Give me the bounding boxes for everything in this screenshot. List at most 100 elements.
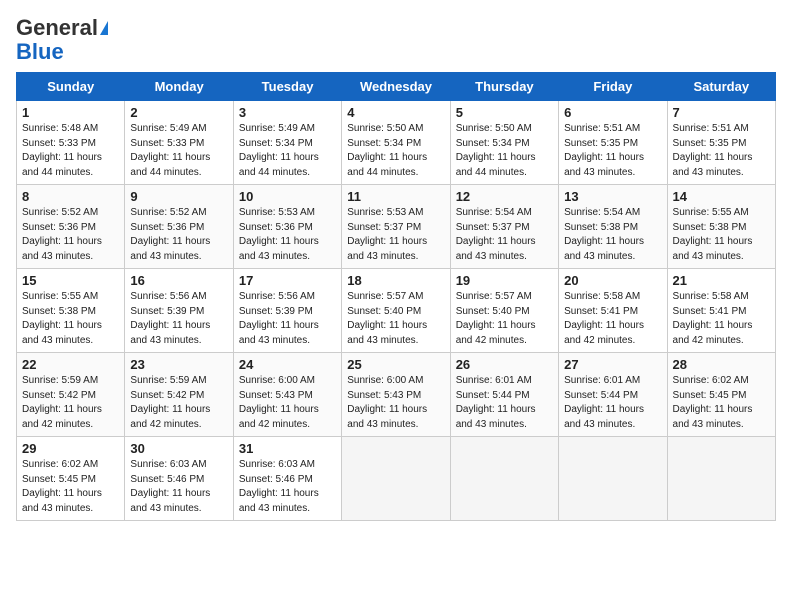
calendar-cell: 10 Sunrise: 5:53 AMSunset: 5:36 PMDaylig… xyxy=(233,185,341,269)
calendar-cell: 2 Sunrise: 5:49 AMSunset: 5:33 PMDayligh… xyxy=(125,101,233,185)
calendar-week-row: 22 Sunrise: 5:59 AMSunset: 5:42 PMDaylig… xyxy=(17,353,776,437)
day-info: Sunrise: 5:53 AMSunset: 5:36 PMDaylight:… xyxy=(239,206,336,264)
day-number: 26 xyxy=(456,357,553,372)
calendar-cell: 3 Sunrise: 5:49 AMSunset: 5:34 PMDayligh… xyxy=(233,101,341,185)
day-info: Sunrise: 5:49 AMSunset: 5:33 PMDaylight:… xyxy=(130,122,227,180)
day-number: 9 xyxy=(130,189,227,204)
logo-triangle-icon xyxy=(100,21,108,35)
calendar-table: SundayMondayTuesdayWednesdayThursdayFrid… xyxy=(16,72,776,521)
calendar-cell: 30 Sunrise: 6:03 AMSunset: 5:46 PMDaylig… xyxy=(125,437,233,521)
day-number: 22 xyxy=(22,357,119,372)
calendar-cell: 8 Sunrise: 5:52 AMSunset: 5:36 PMDayligh… xyxy=(17,185,125,269)
day-info: Sunrise: 5:59 AMSunset: 5:42 PMDaylight:… xyxy=(22,374,119,432)
day-number: 14 xyxy=(673,189,770,204)
day-info: Sunrise: 5:57 AMSunset: 5:40 PMDaylight:… xyxy=(456,290,553,348)
day-info: Sunrise: 5:52 AMSunset: 5:36 PMDaylight:… xyxy=(130,206,227,264)
calendar-cell: 11 Sunrise: 5:53 AMSunset: 5:37 PMDaylig… xyxy=(342,185,450,269)
day-number: 8 xyxy=(22,189,119,204)
calendar-cell: 25 Sunrise: 6:00 AMSunset: 5:43 PMDaylig… xyxy=(342,353,450,437)
calendar-cell: 31 Sunrise: 6:03 AMSunset: 5:46 PMDaylig… xyxy=(233,437,341,521)
day-number: 23 xyxy=(130,357,227,372)
day-number: 21 xyxy=(673,273,770,288)
day-number: 2 xyxy=(130,105,227,120)
day-number: 3 xyxy=(239,105,336,120)
calendar-cell: 12 Sunrise: 5:54 AMSunset: 5:37 PMDaylig… xyxy=(450,185,558,269)
day-number: 10 xyxy=(239,189,336,204)
day-info: Sunrise: 5:48 AMSunset: 5:33 PMDaylight:… xyxy=(22,122,119,180)
day-info: Sunrise: 6:01 AMSunset: 5:44 PMDaylight:… xyxy=(564,374,661,432)
logo-blue: Blue xyxy=(16,40,64,64)
col-header-saturday: Saturday xyxy=(667,73,775,101)
day-info: Sunrise: 6:01 AMSunset: 5:44 PMDaylight:… xyxy=(456,374,553,432)
day-info: Sunrise: 6:02 AMSunset: 5:45 PMDaylight:… xyxy=(673,374,770,432)
calendar-cell: 21 Sunrise: 5:58 AMSunset: 5:41 PMDaylig… xyxy=(667,269,775,353)
day-number: 31 xyxy=(239,441,336,456)
calendar-cell: 18 Sunrise: 5:57 AMSunset: 5:40 PMDaylig… xyxy=(342,269,450,353)
col-header-monday: Monday xyxy=(125,73,233,101)
day-info: Sunrise: 6:00 AMSunset: 5:43 PMDaylight:… xyxy=(239,374,336,432)
day-info: Sunrise: 6:03 AMSunset: 5:46 PMDaylight:… xyxy=(130,458,227,516)
day-info: Sunrise: 5:54 AMSunset: 5:38 PMDaylight:… xyxy=(564,206,661,264)
calendar-cell: 7 Sunrise: 5:51 AMSunset: 5:35 PMDayligh… xyxy=(667,101,775,185)
calendar-cell: 17 Sunrise: 5:56 AMSunset: 5:39 PMDaylig… xyxy=(233,269,341,353)
logo-general: General xyxy=(16,16,98,40)
day-number: 1 xyxy=(22,105,119,120)
day-info: Sunrise: 5:57 AMSunset: 5:40 PMDaylight:… xyxy=(347,290,444,348)
calendar-cell xyxy=(342,437,450,521)
day-number: 18 xyxy=(347,273,444,288)
day-info: Sunrise: 5:54 AMSunset: 5:37 PMDaylight:… xyxy=(456,206,553,264)
calendar-cell: 24 Sunrise: 6:00 AMSunset: 5:43 PMDaylig… xyxy=(233,353,341,437)
col-header-thursday: Thursday xyxy=(450,73,558,101)
day-number: 15 xyxy=(22,273,119,288)
calendar-cell: 13 Sunrise: 5:54 AMSunset: 5:38 PMDaylig… xyxy=(559,185,667,269)
day-number: 20 xyxy=(564,273,661,288)
day-number: 30 xyxy=(130,441,227,456)
calendar-week-row: 1 Sunrise: 5:48 AMSunset: 5:33 PMDayligh… xyxy=(17,101,776,185)
day-number: 24 xyxy=(239,357,336,372)
calendar-cell: 28 Sunrise: 6:02 AMSunset: 5:45 PMDaylig… xyxy=(667,353,775,437)
calendar-cell xyxy=(450,437,558,521)
calendar-cell xyxy=(667,437,775,521)
calendar-cell: 6 Sunrise: 5:51 AMSunset: 5:35 PMDayligh… xyxy=(559,101,667,185)
calendar-cell: 22 Sunrise: 5:59 AMSunset: 5:42 PMDaylig… xyxy=(17,353,125,437)
calendar-cell: 15 Sunrise: 5:55 AMSunset: 5:38 PMDaylig… xyxy=(17,269,125,353)
day-info: Sunrise: 5:51 AMSunset: 5:35 PMDaylight:… xyxy=(673,122,770,180)
calendar-cell xyxy=(559,437,667,521)
day-number: 19 xyxy=(456,273,553,288)
day-info: Sunrise: 5:50 AMSunset: 5:34 PMDaylight:… xyxy=(456,122,553,180)
day-number: 25 xyxy=(347,357,444,372)
page-header: General Blue xyxy=(16,16,776,64)
col-header-tuesday: Tuesday xyxy=(233,73,341,101)
day-info: Sunrise: 6:02 AMSunset: 5:45 PMDaylight:… xyxy=(22,458,119,516)
day-number: 13 xyxy=(564,189,661,204)
calendar-cell: 19 Sunrise: 5:57 AMSunset: 5:40 PMDaylig… xyxy=(450,269,558,353)
calendar-cell: 27 Sunrise: 6:01 AMSunset: 5:44 PMDaylig… xyxy=(559,353,667,437)
calendar-cell: 9 Sunrise: 5:52 AMSunset: 5:36 PMDayligh… xyxy=(125,185,233,269)
day-info: Sunrise: 5:56 AMSunset: 5:39 PMDaylight:… xyxy=(130,290,227,348)
day-info: Sunrise: 5:55 AMSunset: 5:38 PMDaylight:… xyxy=(673,206,770,264)
day-info: Sunrise: 5:51 AMSunset: 5:35 PMDaylight:… xyxy=(564,122,661,180)
day-number: 4 xyxy=(347,105,444,120)
day-info: Sunrise: 5:49 AMSunset: 5:34 PMDaylight:… xyxy=(239,122,336,180)
day-number: 17 xyxy=(239,273,336,288)
col-header-wednesday: Wednesday xyxy=(342,73,450,101)
day-info: Sunrise: 5:56 AMSunset: 5:39 PMDaylight:… xyxy=(239,290,336,348)
day-number: 29 xyxy=(22,441,119,456)
day-number: 6 xyxy=(564,105,661,120)
calendar-cell: 20 Sunrise: 5:58 AMSunset: 5:41 PMDaylig… xyxy=(559,269,667,353)
day-info: Sunrise: 5:52 AMSunset: 5:36 PMDaylight:… xyxy=(22,206,119,264)
calendar-cell: 14 Sunrise: 5:55 AMSunset: 5:38 PMDaylig… xyxy=(667,185,775,269)
calendar-week-row: 29 Sunrise: 6:02 AMSunset: 5:45 PMDaylig… xyxy=(17,437,776,521)
day-number: 11 xyxy=(347,189,444,204)
day-number: 27 xyxy=(564,357,661,372)
day-info: Sunrise: 5:59 AMSunset: 5:42 PMDaylight:… xyxy=(130,374,227,432)
col-header-friday: Friday xyxy=(559,73,667,101)
calendar-cell: 29 Sunrise: 6:02 AMSunset: 5:45 PMDaylig… xyxy=(17,437,125,521)
day-info: Sunrise: 6:00 AMSunset: 5:43 PMDaylight:… xyxy=(347,374,444,432)
day-number: 7 xyxy=(673,105,770,120)
day-info: Sunrise: 5:55 AMSunset: 5:38 PMDaylight:… xyxy=(22,290,119,348)
day-number: 12 xyxy=(456,189,553,204)
calendar-week-row: 8 Sunrise: 5:52 AMSunset: 5:36 PMDayligh… xyxy=(17,185,776,269)
calendar-cell: 4 Sunrise: 5:50 AMSunset: 5:34 PMDayligh… xyxy=(342,101,450,185)
day-number: 28 xyxy=(673,357,770,372)
